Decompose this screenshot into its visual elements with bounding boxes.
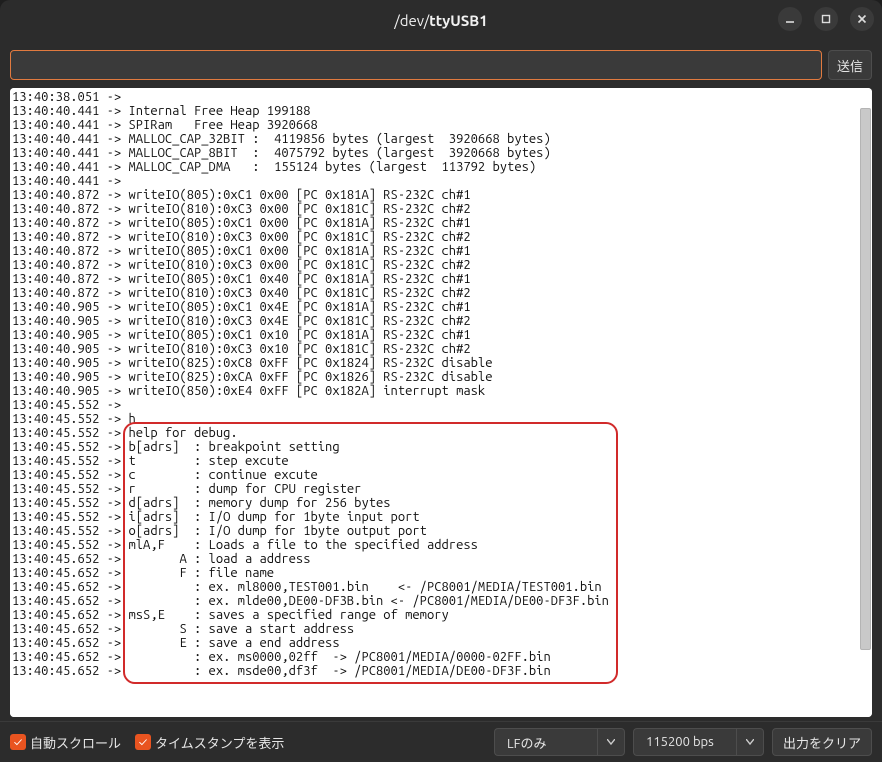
send-button[interactable]: 送信 (828, 50, 872, 80)
serial-monitor-window: /dev/ttyUSB1 送信 13:40:38.051 -> 13:40:40… (0, 0, 882, 762)
check-icon: ✓ (10, 734, 26, 750)
autoscroll-toggle[interactable]: ✓ 自動スクロール (10, 733, 121, 752)
scrollbar[interactable] (860, 88, 872, 717)
terminal-output[interactable]: 13:40:38.051 -> 13:40:40.441 -> Internal… (10, 88, 860, 717)
titlebar: /dev/ttyUSB1 (0, 0, 882, 40)
window-controls (778, 7, 874, 31)
command-row: 送信 (0, 40, 882, 82)
scrollbar-thumb[interactable] (860, 108, 871, 650)
clear-output-button[interactable]: 出力をクリア (772, 728, 872, 756)
terminal-area: 13:40:38.051 -> 13:40:40.441 -> Internal… (10, 88, 872, 717)
line-ending-select[interactable]: LFのみ (494, 728, 625, 756)
minimize-button[interactable] (778, 7, 802, 31)
close-button[interactable] (850, 7, 874, 31)
maximize-button[interactable] (814, 7, 838, 31)
timestamp-label: タイムスタンプを表示 (155, 733, 284, 752)
autoscroll-label: 自動スクロール (30, 733, 121, 752)
window-title: /dev/ttyUSB1 (394, 12, 487, 29)
title-name: ttyUSB1 (429, 12, 487, 29)
baud-rate-value: 115200 bps (633, 728, 736, 756)
title-prefix: /dev/ (394, 12, 429, 29)
baud-rate-select[interactable]: 115200 bps (633, 728, 764, 756)
command-input[interactable] (10, 50, 822, 80)
check-icon: ✓ (135, 734, 151, 750)
footer: ✓ 自動スクロール ✓ タイムスタンプを表示 LFのみ 115200 bps 出… (0, 721, 882, 762)
line-ending-value: LFのみ (494, 728, 597, 756)
timestamp-toggle[interactable]: ✓ タイムスタンプを表示 (135, 733, 284, 752)
chevron-down-icon (597, 728, 625, 756)
chevron-down-icon (736, 728, 764, 756)
